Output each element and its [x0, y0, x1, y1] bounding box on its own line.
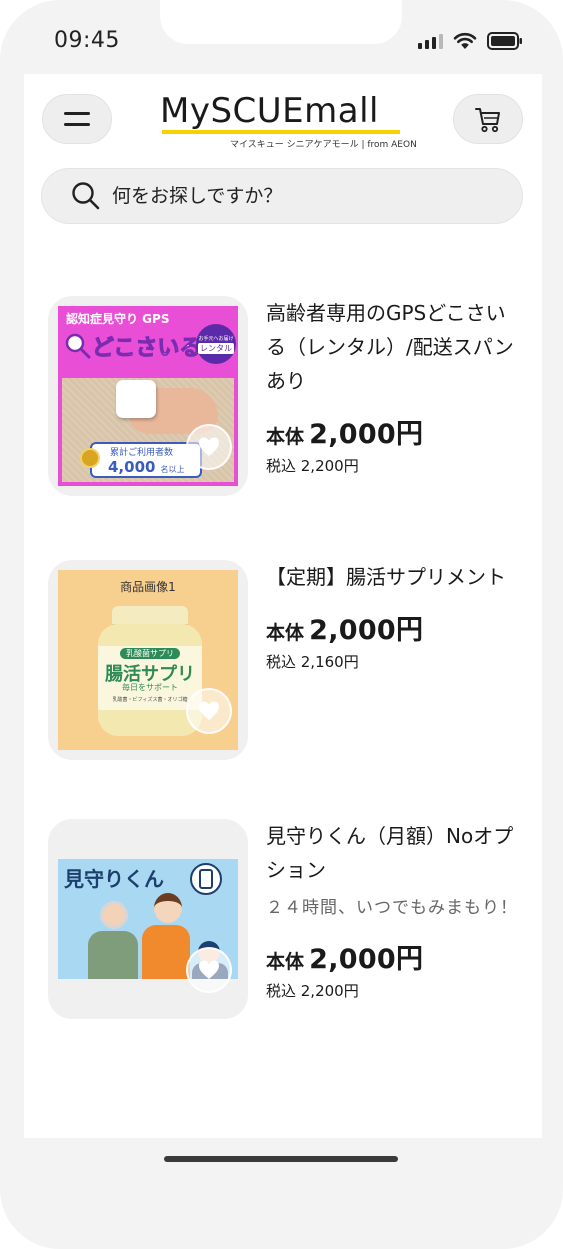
product-description: ２４時間、いつでもみまもり！: [266, 898, 518, 918]
heart-icon: [199, 437, 219, 456]
product-thumbnail[interactable]: 認知症見守り GPS どこさいる お手元へお届け レンタル 累計ご利用者数 4,…: [48, 296, 248, 496]
cart-button[interactable]: [453, 94, 523, 144]
price-value: 2,000円: [309, 615, 424, 646]
signal-icon: [418, 33, 443, 49]
caregiver-head: [154, 893, 182, 923]
label-sub: 毎日をサポート: [122, 683, 178, 692]
price-tax-included: 税込 2,160円: [266, 653, 359, 671]
hamburger-icon: [64, 112, 90, 126]
status-icons: [418, 30, 523, 52]
price-label: 本体: [266, 622, 305, 644]
label-top: 乳酸菌サプリ: [120, 648, 180, 659]
elder-body: [88, 931, 138, 979]
rental-badge: お手元へお届け レンタル: [196, 324, 236, 364]
stat-number: 4,000: [108, 458, 156, 476]
elder-head: [100, 901, 128, 929]
battery-icon: [487, 32, 522, 50]
price-tax-included: 税込 2,200円: [266, 457, 359, 475]
product-thumbnail[interactable]: 商品画像1 乳酸菌サプリ 腸活サプリ 毎日をサポート 乳酸菌・ビフィズス菌・オリ…: [48, 560, 248, 760]
home-indicator[interactable]: [164, 1156, 398, 1162]
product-thumbnail[interactable]: 見守りくん: [48, 819, 248, 1019]
app-screen: MySCUEmall マイスキュー シニアケアモール | from AEON 何…: [24, 74, 542, 1138]
caregiver-body: [142, 925, 190, 979]
favorite-button[interactable]: [186, 947, 232, 993]
price-label: 本体: [266, 951, 305, 973]
favorite-button[interactable]: [186, 424, 232, 470]
status-time: 09:45: [54, 28, 120, 53]
label-small: 乳酸菌・ビフィズス菌・オリゴ糖: [112, 697, 188, 703]
bottle-label: 乳酸菌サプリ 腸活サプリ 毎日をサポート 乳酸菌・ビフィズス菌・オリゴ糖: [98, 646, 202, 710]
product-info: 高齢者専用のGPSどこさいる（レンタル）/配送スパンあり 本体 2,000円 税…: [266, 296, 518, 476]
gps-device: [116, 380, 156, 418]
price-value: 2,000円: [309, 419, 424, 450]
site-logo[interactable]: MySCUEmall マイスキュー シニアケアモール | from AEON: [160, 91, 417, 152]
product-info: 【定期】腸活サプリメント 本体 2,000円 税込 2,160円: [266, 560, 518, 672]
price-label: 本体: [266, 426, 305, 448]
notch: [160, 0, 402, 44]
gps-title-text: どこさいる: [91, 336, 202, 362]
product-price: 本体 2,000円: [266, 608, 518, 647]
product-name[interactable]: 見守りくん（月額）Noオプション: [266, 819, 518, 887]
search-bar[interactable]: [41, 168, 523, 224]
phone-frame: 09:45 MySCUEmall マイスキュー シニアケアモール | from …: [0, 0, 563, 1249]
rental-badge-top: お手元へお届け: [198, 335, 234, 342]
product-info: 見守りくん（月額）Noオプション ２４時間、いつでもみまもり！ 本体 2,000…: [266, 819, 518, 1001]
heart-icon: [199, 701, 219, 720]
phone-icon: [190, 863, 222, 895]
favorite-button[interactable]: [186, 688, 232, 734]
search-icon: [72, 182, 100, 210]
menu-button[interactable]: [42, 94, 112, 144]
mimamori-title: 見守りくん: [64, 867, 164, 891]
magnifier-icon: [65, 333, 91, 359]
logo-underline: [162, 130, 400, 134]
bottle-cap: [112, 606, 188, 626]
price-value: 2,000円: [309, 944, 424, 975]
stat-suffix: 名以上: [160, 465, 185, 474]
gps-banner-text: 認知症見守り GPS: [66, 312, 170, 326]
medal-icon: [80, 448, 100, 468]
wifi-icon: [453, 32, 477, 49]
search-input[interactable]: [112, 185, 492, 207]
logo-text: MySCUEmall: [160, 91, 379, 131]
product-name[interactable]: 【定期】腸活サプリメント: [266, 560, 518, 594]
stat-line2: 4,000 名以上: [108, 457, 185, 476]
product-name[interactable]: 高齢者専用のGPSどこさいる（レンタル）/配送スパンあり: [266, 296, 518, 398]
product-price: 本体 2,000円: [266, 937, 518, 976]
heart-icon: [199, 960, 219, 979]
image-caption: 商品画像1: [120, 580, 176, 594]
rental-badge-text: レンタル: [198, 342, 234, 354]
product-price: 本体 2,000円: [266, 412, 518, 451]
logo-subtitle: マイスキュー シニアケアモール | from AEON: [230, 140, 417, 150]
cart-icon: [475, 108, 500, 133]
price-tax-included: 税込 2,200円: [266, 982, 359, 1000]
